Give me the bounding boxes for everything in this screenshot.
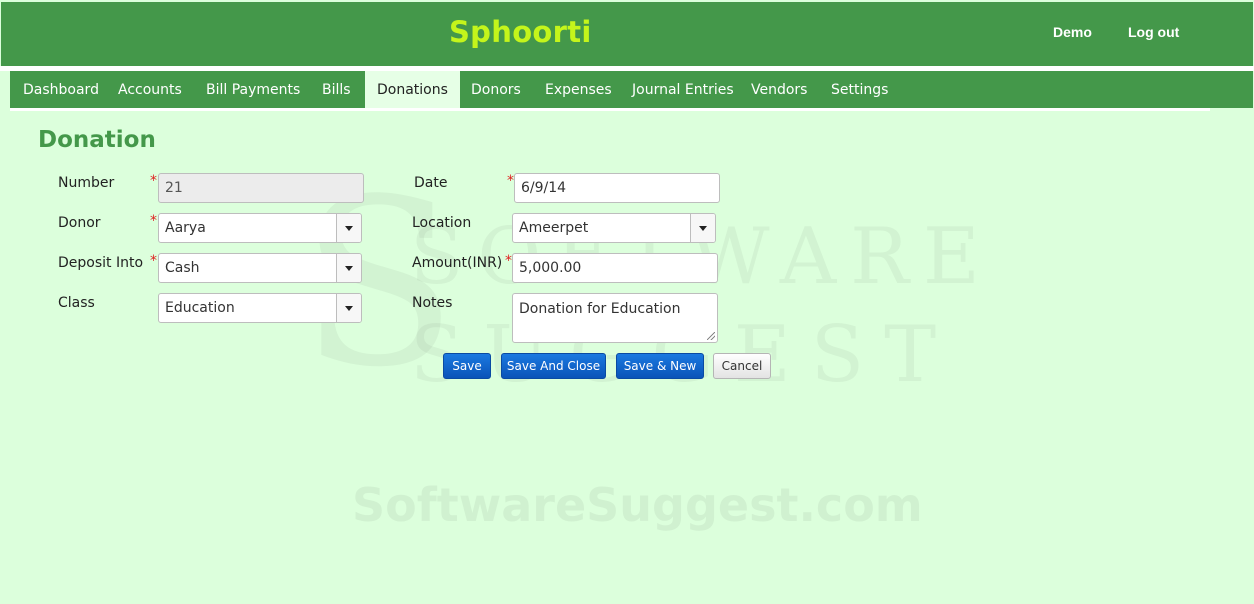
- amount-input[interactable]: 5,000.00: [512, 253, 718, 283]
- top-header: Sphoorti Demo Log out: [1, 2, 1253, 66]
- date-required-mark: *: [507, 173, 514, 189]
- save-button[interactable]: Save: [443, 353, 491, 379]
- notes-label: Notes: [412, 295, 453, 311]
- donor-label: Donor: [58, 215, 101, 231]
- chevron-down-icon[interactable]: [336, 214, 361, 242]
- tab-settings[interactable]: Settings: [831, 71, 888, 108]
- number-required-mark: *: [150, 173, 157, 189]
- number-field: 21: [158, 173, 364, 203]
- class-label: Class: [58, 295, 95, 311]
- save-and-close-button[interactable]: Save And Close: [501, 353, 606, 379]
- brand-logo: Sphoorti: [449, 15, 592, 49]
- tab-accounts[interactable]: Accounts: [118, 71, 182, 108]
- watermark-logo: S: [300, 151, 458, 418]
- date-label: Date: [414, 175, 448, 191]
- user-link-demo[interactable]: Demo: [1053, 24, 1092, 40]
- date-input[interactable]: 6/9/14: [514, 173, 720, 203]
- location-label: Location: [412, 215, 472, 231]
- logout-link[interactable]: Log out: [1128, 24, 1179, 40]
- nav-divider: [10, 108, 1210, 111]
- location-select[interactable]: Ameerpet: [512, 213, 716, 243]
- donor-select[interactable]: Aarya: [158, 213, 362, 243]
- tab-expenses[interactable]: Expenses: [545, 71, 612, 108]
- cancel-button[interactable]: Cancel: [713, 353, 771, 379]
- class-select-value: Education: [165, 300, 235, 316]
- notes-textarea[interactable]: Donation for Education: [512, 293, 718, 343]
- chevron-down-icon[interactable]: [336, 294, 361, 322]
- notes-textarea-value: Donation for Education: [519, 301, 681, 317]
- tab-donors[interactable]: Donors: [471, 71, 521, 108]
- page-title: Donation: [38, 127, 156, 153]
- deposit-into-select[interactable]: Cash: [158, 253, 362, 283]
- class-select[interactable]: Education: [158, 293, 362, 323]
- tab-donations[interactable]: Donations: [365, 71, 460, 108]
- main-nav: Dashboard Accounts Bill Payments Bills D…: [10, 71, 1253, 108]
- watermark-url: SoftwareSuggest.com: [352, 478, 923, 532]
- location-select-value: Ameerpet: [519, 220, 589, 236]
- amount-label: Amount(INR): [412, 255, 503, 271]
- deposit-into-label: Deposit Into: [58, 255, 144, 271]
- number-label: Number: [58, 175, 115, 191]
- tab-bill-payments[interactable]: Bill Payments: [206, 71, 300, 108]
- tab-dashboard[interactable]: Dashboard: [23, 71, 99, 108]
- tab-vendors[interactable]: Vendors: [751, 71, 807, 108]
- amount-required-mark: *: [505, 253, 512, 269]
- save-and-new-button[interactable]: Save & New: [616, 353, 704, 379]
- deposit-into-select-value: Cash: [165, 260, 200, 276]
- tab-bills[interactable]: Bills: [322, 71, 351, 108]
- chevron-down-icon[interactable]: [690, 214, 715, 242]
- deposit-into-required-mark: *: [150, 253, 157, 269]
- resize-handle-icon[interactable]: [707, 332, 715, 340]
- tab-journal-entries[interactable]: Journal Entries: [632, 71, 734, 108]
- donor-required-mark: *: [150, 213, 157, 229]
- donor-select-value: Aarya: [165, 220, 206, 236]
- chevron-down-icon[interactable]: [336, 254, 361, 282]
